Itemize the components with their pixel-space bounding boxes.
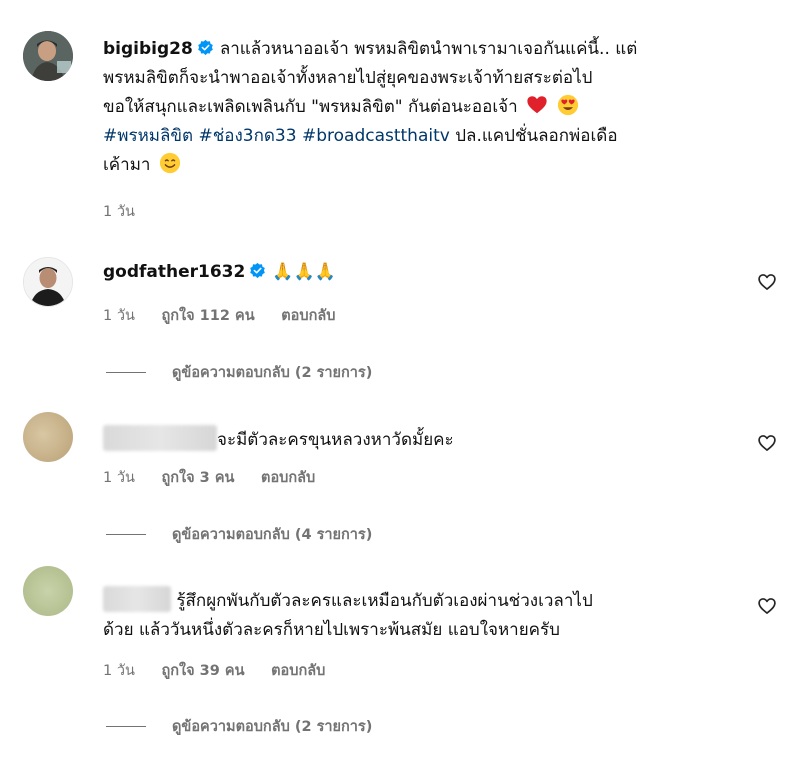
comment-3-text-line-2: ด้วย แล้ววันหนึ่งตัวละครก็หายไปเพราะพ้นส… [103,620,560,640]
comment-1-username[interactable]: godfather1632 [103,262,245,282]
comment-1-text: 🙏🙏🙏 [272,262,336,282]
divider-line [106,372,146,373]
verified-badge-icon [250,262,266,279]
comment-3-likes[interactable]: ถูกใจ 39 คน [162,663,245,679]
comment-3-view-replies[interactable]: ดูข้อความตอบกลับ (2 รายการ) [106,715,372,738]
blurred-username [103,586,171,612]
divider-line [106,534,146,535]
verified-badge-icon [198,39,213,56]
post-username[interactable]: bigibig28 [103,39,193,59]
view-replies-label: ดูข้อความตอบกลับ (4 รายการ) [172,527,373,543]
comment-3-meta: 1 วัน ถูกใจ 39 คน ตอบกลับ [103,659,347,682]
hashtag-3[interactable]: #broadcastthaitv [302,126,450,146]
comment-3-time[interactable]: 1 วัน [103,663,135,679]
post-meta: 1 วัน [103,200,157,223]
comment-3: รู้สึกผูกพันกับตัวละครและเหมือนกับตัวเอง… [103,586,723,645]
heart-outline-icon[interactable] [757,272,777,292]
comment-3-reply-button[interactable]: ตอบกลับ [271,663,325,679]
caption-tail: ปล.แคปชั่นลอกพ่อเดือ [455,126,618,146]
comment-2-meta: 1 วัน ถูกใจ 3 คน ตอบกลับ [103,466,337,489]
divider-line [106,726,146,727]
comment-1-time[interactable]: 1 วัน [103,308,135,324]
heart-eyes-emoji [557,94,578,116]
caption-line-3: ขอให้สนุกและเพลิดเพลินกับ "พรหมลิขิต" กั… [103,97,518,117]
comment-2-likes[interactable]: ถูกใจ 3 คน [162,470,235,486]
avatar-image [23,31,73,81]
blurred-username [103,425,217,451]
avatar-godfather1632[interactable] [23,257,73,307]
view-replies-label: ดูข้อความตอบกลับ (2 รายการ) [172,365,373,381]
post-time[interactable]: 1 วัน [103,204,135,220]
comment-1-likes[interactable]: ถูกใจ 112 คน [162,308,255,324]
comment-1-meta: 1 วัน ถูกใจ 112 คน ตอบกลับ [103,304,357,327]
avatar-bigibig28[interactable] [23,31,73,81]
post-caption: bigibig28 ลาแล้วหนาออเจ้า พรหมลิขิตนำพาเ… [103,35,743,180]
heart-outline-icon[interactable] [757,433,777,453]
comment-1: godfather1632 🙏🙏🙏 [103,258,336,287]
comment-2-text: จะมีตัวละครขุนหลวงหาวัดมั้ยคะ [217,430,454,450]
comment-1-reply-button[interactable]: ตอบกลับ [281,308,335,324]
caption-line-5: เค้ามา [103,155,151,175]
caption-line-2: พรหมลิขิตก็จะนำพาออเจ้าทั้งหลายไปสู่ยุคข… [103,68,593,88]
red-heart-emoji [527,96,547,114]
comment-2-time[interactable]: 1 วัน [103,470,135,486]
view-replies-label: ดูข้อความตอบกลับ (2 รายการ) [172,719,373,735]
hashtag-1[interactable]: #พรหมลิขิต [103,126,193,146]
comment-3-text-line-1: รู้สึกผูกพันกับตัวละครและเหมือนกับตัวเอง… [176,591,593,611]
comment-2-reply-button[interactable]: ตอบกลับ [261,470,315,486]
heart-outline-icon[interactable] [757,596,777,616]
avatar-commenter-3[interactable] [23,566,73,616]
comment-1-view-replies[interactable]: ดูข้อความตอบกลับ (2 รายการ) [106,361,372,384]
avatar-image [24,258,72,306]
smiling-face-emoji [159,152,180,174]
comment-2-view-replies[interactable]: ดูข้อความตอบกลับ (4 รายการ) [106,523,372,546]
comment-2: จะมีตัวละครขุนหลวงหาวัดมั้ยคะ [103,425,454,455]
avatar-commenter-2[interactable] [23,412,73,462]
caption-line-1: ลาแล้วหนาออเจ้า พรหมลิขิตนำพาเรามาเจอกัน… [219,39,638,59]
hashtag-2[interactable]: #ช่อง3กด33 [198,126,296,146]
